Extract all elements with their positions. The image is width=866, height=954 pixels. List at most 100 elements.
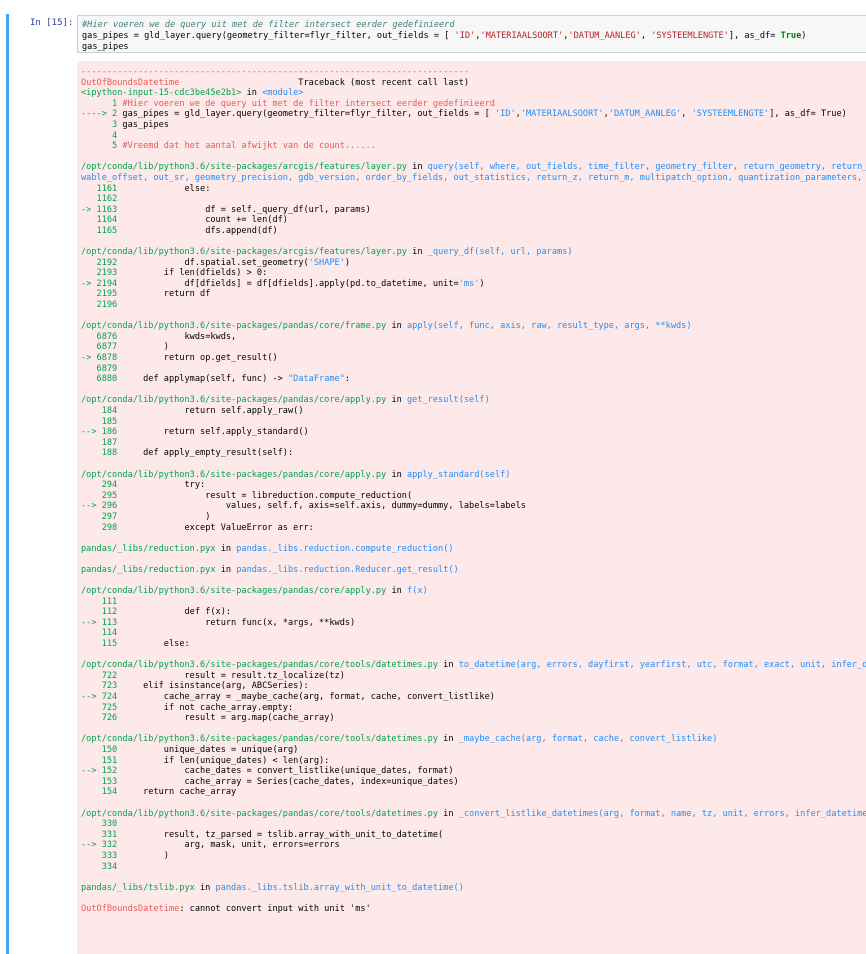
traceback-token: /opt/conda/lib/python3.6/site-packages/p…: [81, 469, 387, 480]
traceback-token: ): [479, 278, 485, 289]
traceback-line: [81, 872, 866, 883]
code-token: ,: [640, 31, 652, 41]
code-token: 'ID': [454, 31, 476, 41]
traceback-token: in: [438, 660, 459, 671]
traceback-token: 184: [81, 406, 123, 416]
code-token: True: [780, 31, 802, 41]
traceback-token: pandas._libs.reduction.compute_reduction…: [236, 543, 454, 554]
traceback-line: [81, 311, 866, 322]
traceback-token: return cache_array: [122, 787, 237, 798]
traceback-line: 725 if not cache_array.empty:: [81, 703, 866, 714]
traceback-token: 'ms': [458, 278, 480, 289]
input-prompt: In [15]:: [30, 18, 74, 28]
traceback-token: _maybe_cache(arg, format, cache, convert…: [458, 734, 718, 745]
traceback-token: <ipython-input-15-cdc3be45e2b1>: [81, 88, 242, 99]
traceback-token: arg, mask, unit, errors=errors: [122, 840, 340, 851]
traceback-line: 2196: [81, 300, 866, 311]
traceback-token: values, self.f, axis=self.axis, dummy=du…: [122, 501, 526, 512]
error-output: ----------------------------------------…: [77, 61, 866, 954]
traceback-token: except ValueError as err:: [122, 522, 314, 533]
traceback-token: 1: [81, 98, 123, 109]
traceback-token: -> 2194: [81, 278, 123, 289]
traceback-token: 2192: [81, 257, 123, 268]
traceback-token: --> 724: [81, 692, 123, 703]
traceback-token: 333: [81, 850, 123, 861]
traceback-line: 4: [81, 131, 866, 142]
traceback-token: 6880: [81, 374, 123, 385]
traceback-line: 6879: [81, 364, 866, 375]
traceback-token: result = libreduction.compute_reduction(: [122, 490, 413, 501]
traceback-token: result = result.tz_localize(tz): [122, 670, 345, 681]
traceback-token: ): [122, 511, 211, 522]
code-input-editor[interactable]: #Hier voeren we de query uit met de filt…: [77, 15, 866, 53]
traceback-token: return self.apply_standard(): [122, 427, 309, 438]
traceback-token: 2195: [81, 289, 123, 300]
traceback-line: 294 try:: [81, 480, 866, 491]
traceback-token: in: [386, 586, 407, 597]
traceback-token: def f(x):: [122, 607, 232, 618]
traceback-token: pandas/_libs/tslib.pyx: [81, 882, 195, 893]
traceback-line: --> 186 return self.apply_standard(): [81, 427, 866, 438]
traceback-line: 722 result = result.tz_localize(tz): [81, 671, 866, 682]
traceback-line: [81, 798, 866, 809]
traceback-line: 112 def f(x):: [81, 607, 866, 618]
code-token: 'MATERIAALSOORT': [480, 31, 564, 41]
traceback-line: 184 return self.apply_raw(): [81, 406, 866, 417]
traceback-line: /opt/conda/lib/python3.6/site-packages/p…: [81, 586, 866, 597]
traceback-token: 294: [81, 480, 123, 491]
traceback-line: 6876 kwds=kwds,: [81, 332, 866, 343]
traceback-token: "DataFrame": [287, 374, 345, 385]
traceback-token: ----> 2: [81, 109, 123, 120]
traceback-line: /opt/conda/lib/python3.6/site-packages/p…: [81, 470, 866, 481]
traceback-token: dfs.append(df): [122, 225, 278, 236]
traceback-token: kwds=kwds,: [122, 331, 237, 342]
traceback-line: 1162: [81, 194, 866, 205]
traceback-line: 331 result, tz_parsed = tslib.array_with…: [81, 830, 866, 841]
traceback-token: OutOfBoundsDatetime: [81, 903, 180, 914]
traceback-line: 2195 return df: [81, 289, 866, 300]
traceback-token: if not cache_array.empty:: [122, 702, 294, 713]
traceback-token: in: [438, 734, 459, 745]
traceback-token: -> 6878: [81, 353, 123, 364]
traceback-token: 154: [81, 787, 123, 798]
traceback-line: 726 result = arg.map(cache_array): [81, 713, 866, 724]
traceback-line: ----------------------------------------…: [81, 67, 866, 78]
traceback-line: /opt/conda/lib/python3.6/site-packages/p…: [81, 809, 866, 820]
traceback-token: cache_array = _maybe_cache(arg, format, …: [122, 692, 495, 703]
traceback-token: def apply_empty_result(self):: [122, 448, 294, 459]
traceback-line: -> 1163 df = self._query_df(url, params): [81, 205, 866, 216]
traceback-line: [81, 554, 866, 565]
traceback-token: 114: [81, 628, 123, 639]
traceback-token: 722: [81, 670, 123, 681]
traceback-token: in: [386, 395, 407, 406]
notebook-cell[interactable]: In [15]: #Hier voeren we de query uit me…: [0, 8, 866, 954]
traceback-token: result, tz_parsed = tslib.array_with_uni…: [122, 829, 444, 840]
traceback-line: --> 296 values, self.f, axis=self.axis, …: [81, 501, 866, 512]
traceback-token: 3: [81, 119, 123, 130]
traceback-token: df.spatial.set_geometry(: [122, 257, 309, 268]
traceback-token: gas_pipes = gld_layer.query(geometry_fil…: [122, 109, 495, 120]
traceback-line: <ipython-input-15-cdc3be45e2b1> in <modu…: [81, 88, 866, 99]
traceback-token: 153: [81, 776, 123, 787]
traceback-line: 187: [81, 438, 866, 449]
code-line: #Hier voeren we de query uit met de filt…: [82, 20, 862, 31]
traceback-token: pandas/_libs/reduction.pyx: [81, 564, 216, 575]
traceback-token: 331: [81, 829, 123, 840]
traceback-token: : cannot convert input with unit 'ms': [179, 903, 371, 914]
traceback-token: return op.get_result(): [122, 353, 278, 364]
traceback-token: if len(dfields) > 0:: [122, 268, 268, 279]
traceback-token: /opt/conda/lib/python3.6/site-packages/p…: [81, 586, 387, 597]
traceback-token: 112: [81, 607, 123, 618]
traceback-token: /opt/conda/lib/python3.6/site-packages/p…: [81, 808, 438, 819]
traceback-token: if len(unique_dates) < len(arg):: [122, 755, 330, 766]
traceback-line: 3 gas_pipes: [81, 120, 866, 131]
traceback-token: count += len(df): [122, 215, 288, 226]
traceback-token: in: [215, 564, 237, 575]
traceback-line: 1164 count += len(df): [81, 215, 866, 226]
traceback-token: 2193: [81, 268, 123, 279]
traceback-line: 151 if len(unique_dates) < len(arg):: [81, 756, 866, 767]
traceback-line: --> 724 cache_array = _maybe_cache(arg, …: [81, 692, 866, 703]
traceback-line: -> 2194 df[dfields] = df[dfields].apply(…: [81, 279, 866, 290]
traceback-token: -> 1163: [81, 204, 123, 215]
traceback-token: <module>: [262, 88, 304, 99]
